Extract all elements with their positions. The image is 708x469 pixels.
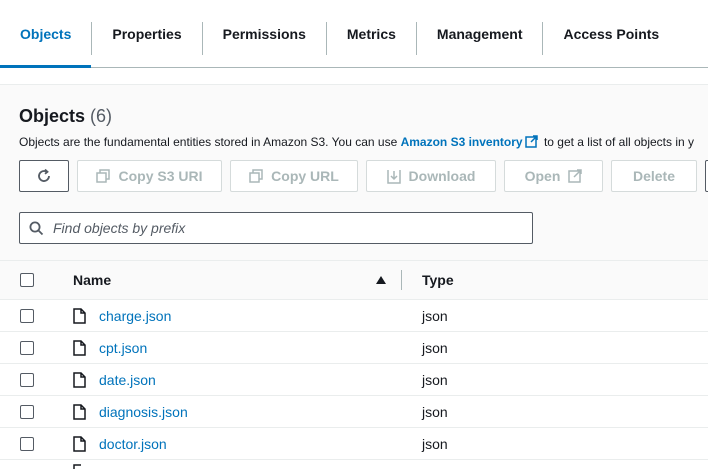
tab-access-points[interactable]: Access Points [543,0,679,67]
delete-button[interactable]: Delete [611,160,697,192]
download-button[interactable]: Download [366,160,496,192]
object-name-link[interactable]: diagnosis.json [99,404,188,420]
tab-access-points-label: Access Points [563,25,660,42]
tab-permissions[interactable]: Permissions [203,0,326,67]
object-type: json [422,372,448,388]
object-name-link[interactable]: date.json [99,372,156,388]
search-icon [29,221,44,235]
tab-objects[interactable]: Objects [0,0,92,68]
refresh-icon [38,168,50,182]
object-type: json [422,340,448,356]
tab-bar: Objects Properties Permissions Metrics M… [0,0,708,68]
table-row: cpt.json json [0,332,708,364]
sort-ascending-icon[interactable] [375,275,387,285]
objects-count: (6) [90,106,113,126]
row-checkbox[interactable] [20,341,34,355]
file-icon [73,340,86,356]
tab-management[interactable]: Management [417,0,543,67]
tab-metrics-label: Metrics [346,25,396,42]
row-checkbox[interactable] [20,405,34,419]
copy-url-button[interactable]: Copy URL [230,160,358,192]
file-icon [73,372,86,388]
external-link-icon [568,169,583,183]
object-type: json [422,404,448,420]
tab-permissions-label: Permissions [222,25,306,42]
copy-icon [249,169,263,183]
objects-title-text: Objects [19,106,86,126]
description-text: Objects are the fundamental entities sto… [19,135,401,149]
object-name-link[interactable]: charge.json [99,308,171,324]
object-name-link[interactable]: doctor.json [99,436,167,452]
row-checkbox[interactable] [20,437,34,451]
refresh-button[interactable] [19,160,69,192]
table-row: doctor.json json [0,428,708,460]
column-header-type[interactable]: Type [422,272,454,288]
search-box [19,212,533,244]
copy-icon [96,169,111,183]
file-icon [73,436,86,452]
copy-s3-uri-label: Copy S3 URI [118,168,203,184]
download-label: Download [408,168,476,184]
objects-description: Objects are the fundamental entities sto… [19,135,708,151]
tab-metrics[interactable]: Metrics [327,0,416,67]
objects-title: Objects (6) [19,106,112,127]
table-row: diagnosis.json json [0,396,708,428]
search-input[interactable] [53,220,513,236]
column-divider[interactable] [401,270,402,290]
tab-objects-label: Objects [20,25,72,42]
copy-s3-uri-button[interactable]: Copy S3 URI [77,160,222,192]
tab-properties[interactable]: Properties [92,0,201,67]
row-checkbox[interactable] [20,373,34,387]
row-checkbox[interactable] [20,309,34,323]
table-row: charge.json json [0,300,708,332]
table-row: date.json json [0,364,708,396]
external-link-icon [524,135,538,151]
description-text-end: to get a list of all objects in y [540,135,695,149]
s3-inventory-link[interactable]: Amazon S3 inventory [401,135,523,149]
file-icon [73,464,81,469]
tab-properties-label: Properties [112,25,182,42]
tab-management-label: Management [436,25,523,42]
object-type: json [422,436,448,452]
file-icon [73,308,86,324]
open-label: Open [524,168,561,184]
object-name-link[interactable]: cpt.json [99,340,147,356]
file-icon [73,404,86,420]
copy-url-label: Copy URL [271,168,339,184]
delete-label: Delete [632,168,676,184]
column-header-name[interactable]: Name [73,272,111,288]
open-button[interactable]: Open [504,160,603,192]
download-icon [386,169,401,184]
select-all-checkbox[interactable] [20,273,34,287]
object-type: json [422,308,448,324]
